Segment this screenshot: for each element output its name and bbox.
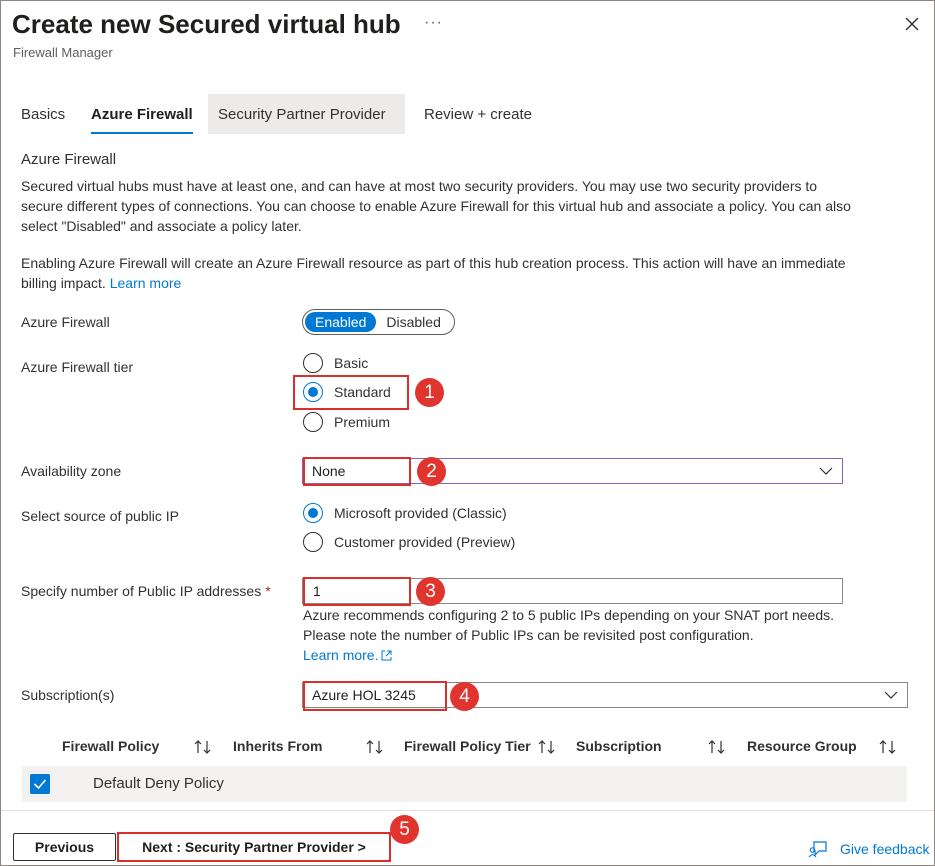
- tier-basic-label: Basic: [334, 355, 369, 371]
- public-ip-hint: Azure recommends configuring 2 to 5 publ…: [303, 605, 843, 665]
- callout-box-4: [303, 681, 447, 711]
- ip-customer-provided-label: Customer provided (Preview): [334, 534, 516, 550]
- callout-box-2: [303, 457, 411, 486]
- tier-premium-radio[interactable]: Premium: [303, 412, 390, 432]
- column-header-firewall-policy-tier[interactable]: Firewall Policy Tier: [404, 738, 531, 754]
- external-link-icon: [381, 650, 392, 661]
- sort-icon[interactable]: [707, 738, 727, 756]
- callout-badge-4: 4: [450, 682, 479, 711]
- tab-review-create[interactable]: Review + create: [424, 94, 532, 134]
- column-header-firewall-policy[interactable]: Firewall Policy: [62, 738, 159, 754]
- callout-badge-3: 3: [416, 577, 445, 606]
- description-text: Secured virtual hubs must have at least …: [21, 178, 851, 234]
- public-ip-learn-more-link[interactable]: Learn more.: [303, 647, 392, 663]
- close-icon[interactable]: [902, 14, 922, 34]
- section-title: Azure Firewall: [21, 151, 117, 168]
- column-header-subscription[interactable]: Subscription: [576, 738, 662, 754]
- page-subtitle: Firewall Manager: [13, 45, 113, 60]
- column-header-resource-group[interactable]: Resource Group: [747, 738, 857, 754]
- page-title: Create new Secured virtual hub: [12, 9, 401, 39]
- callout-badge-5: 5: [390, 815, 419, 844]
- previous-button[interactable]: Previous: [13, 833, 116, 861]
- sort-icon[interactable]: [365, 738, 385, 756]
- column-header-inherits-from[interactable]: Inherits From: [233, 738, 322, 754]
- tab-security-partner-provider[interactable]: Security Partner Provider: [208, 94, 405, 134]
- public-ip-source-label: Select source of public IP: [21, 508, 179, 524]
- radio-unchecked-icon: [303, 412, 323, 432]
- tab-azure-firewall[interactable]: Azure Firewall: [91, 94, 193, 134]
- toggle-disabled-option[interactable]: Disabled: [376, 312, 450, 332]
- callout-box-1: [293, 375, 409, 410]
- feedback-icon: [808, 841, 827, 858]
- public-ip-count-label-text: Specify number of Public IP addresses: [21, 583, 262, 599]
- radio-unchecked-icon: [303, 532, 323, 552]
- public-ip-hint-text: Azure recommends configuring 2 to 5 publ…: [303, 607, 835, 643]
- radio-unchecked-icon: [303, 353, 323, 373]
- ip-customer-provided-radio[interactable]: Customer provided (Preview): [303, 532, 515, 552]
- sort-icon[interactable]: [878, 738, 898, 756]
- callout-badge-2: 2: [417, 457, 446, 486]
- required-asterisk: *: [265, 583, 271, 599]
- sort-icon[interactable]: [193, 738, 213, 756]
- callout-badge-1: 1: [415, 378, 444, 407]
- callout-box-5: [117, 832, 391, 862]
- availability-zone-label: Availability zone: [21, 463, 122, 479]
- firewall-tier-label: Azure Firewall tier: [21, 359, 134, 375]
- policy-name-cell: Default Deny Policy: [93, 775, 224, 792]
- more-ellipsis-icon[interactable]: ···: [424, 14, 443, 32]
- ip-microsoft-provided-label: Microsoft provided (Classic): [334, 505, 507, 521]
- tier-basic-radio[interactable]: Basic: [303, 353, 368, 373]
- ip-microsoft-provided-radio[interactable]: Microsoft provided (Classic): [303, 503, 507, 523]
- chevron-down-icon: [819, 467, 833, 475]
- tab-basics[interactable]: Basics: [21, 94, 65, 134]
- toggle-enabled-option[interactable]: Enabled: [305, 312, 377, 332]
- billing-note: Enabling Azure Firewall will create an A…: [21, 253, 851, 293]
- azure-firewall-toggle[interactable]: Enabled Disabled: [302, 309, 455, 335]
- public-ip-count-label: Specify number of Public IP addresses *: [21, 583, 271, 599]
- radio-checked-icon: [303, 503, 323, 523]
- give-feedback-link[interactable]: Give feedback: [808, 840, 930, 858]
- sort-icon[interactable]: [537, 738, 557, 756]
- checkbox-checked-icon[interactable]: [30, 774, 50, 794]
- callout-box-3: [303, 577, 411, 606]
- azure-firewall-label: Azure Firewall: [21, 314, 110, 330]
- tier-premium-label: Premium: [334, 414, 391, 430]
- footer-divider: [1, 810, 934, 811]
- subscription-label: Subscription(s): [21, 687, 115, 703]
- chevron-down-icon: [884, 691, 898, 699]
- learn-more-link[interactable]: Learn more: [110, 275, 182, 291]
- give-feedback-label: Give feedback: [840, 841, 930, 857]
